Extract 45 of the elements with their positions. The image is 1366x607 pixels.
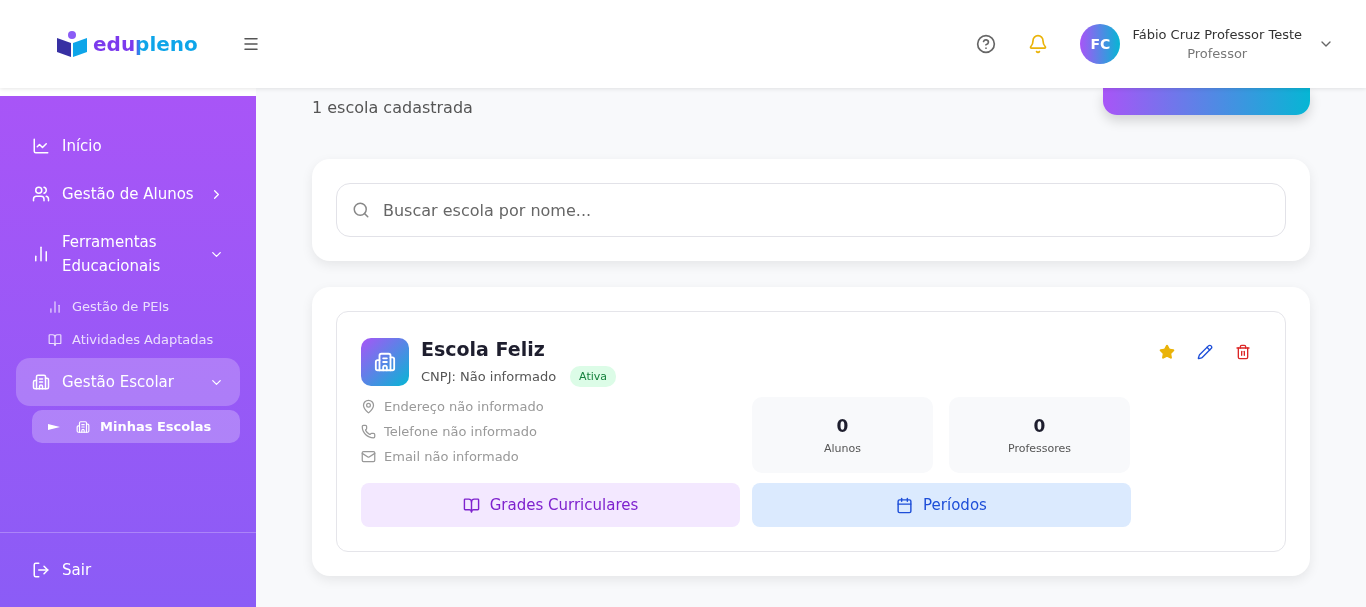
star-icon[interactable] [1159,344,1175,360]
book-logo-icon [55,30,89,58]
item-icon [32,373,50,391]
edit-icon[interactable] [1197,344,1213,360]
stat-card: 0 Professores [949,397,1130,473]
search-icon [352,201,370,219]
school-count: 1 escola cadastrada [312,98,473,117]
item-icon [76,419,90,434]
user-role: Professor [1187,46,1248,61]
school-detail: Email não informado [384,449,519,464]
school-detail: Telefone não informado [384,424,537,439]
building-icon [361,338,409,386]
sidebar-item[interactable]: Início [16,124,240,168]
school-name: Escola Feliz [421,338,546,360]
sidebar-item[interactable]: Ferramentas Educacionais [16,220,240,288]
phone-icon [361,424,376,439]
sidebar-subitem[interactable]: Minhas Escolas [32,410,240,443]
school-cnpj: CNPJ: Não informado [421,369,557,384]
item-icon [48,332,62,347]
item-icon [48,299,62,314]
item-icon [32,245,50,263]
user-avatar[interactable]: FC [1080,24,1121,64]
menu-icon[interactable] [241,35,260,53]
sidebar-subitem[interactable]: Atividades Adaptadas [32,325,240,354]
help-icon[interactable] [976,34,997,54]
book-icon [462,496,480,514]
periods-button[interactable]: Períodos [752,483,1131,527]
item-icon [32,185,50,203]
curriculum-button[interactable]: Grades Curriculares [361,483,740,527]
school-detail: Endereço não informado [384,399,544,414]
sidebar-item[interactable]: Gestão de Alunos [16,172,240,216]
location-icon [361,399,376,414]
logout-icon [32,561,50,579]
stat-card: 0 Alunos [752,397,933,473]
sidebar-item[interactable]: Gestão Escolar [16,358,240,406]
pointer-icon [48,423,60,430]
status-badge: Ativa [570,366,617,387]
logout-item[interactable]: Sair [0,532,256,607]
user-name: Fábio Cruz Professor Teste [1132,27,1302,42]
calendar-icon [896,496,914,514]
delete-icon[interactable] [1235,344,1251,360]
mail-icon [361,449,376,464]
sidebar-subitem[interactable]: Gestão de PEIs [32,292,240,321]
item-icon [32,137,50,155]
search-field[interactable]: Buscar escola por nome... [336,183,1286,237]
